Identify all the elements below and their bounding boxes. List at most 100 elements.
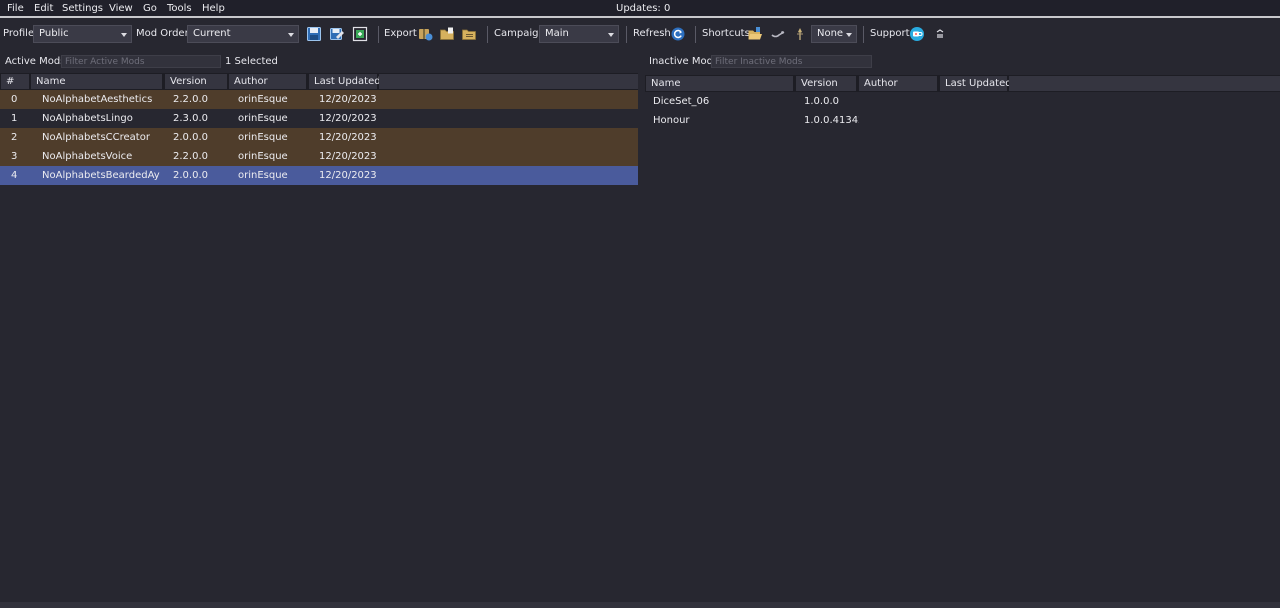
active-mods-header: # Name Version Author Last Updated [0, 73, 638, 90]
mod-author: orinEsque [238, 94, 288, 105]
chevron-down-icon [288, 33, 294, 37]
menu-settings[interactable]: Settings [62, 3, 103, 15]
profile-select-value: Public [39, 28, 69, 39]
shortcuts-label: Shortcuts [702, 28, 750, 39]
active-mods-table[interactable]: # Name Version Author Last Updated 0 NoAl… [0, 73, 638, 191]
collapse-icon[interactable] [932, 26, 948, 42]
row-index: 0 [11, 94, 18, 105]
mod-version: 2.2.0.0 [173, 94, 208, 105]
table-row[interactable]: 0 NoAlphabetAesthetics 2.2.0.0 orinEsque 12/… [0, 90, 638, 109]
table-row[interactable]: 1 NoAlphabetsLingo 2.3.0.0 orinEsque 12/20/2… [0, 109, 638, 128]
mod-order-label: Mod Order [136, 28, 189, 39]
mod-name: NoAlphabetAesthetics [42, 94, 153, 105]
column-header-filler [1009, 76, 1280, 91]
column-header-author[interactable]: Author [859, 76, 937, 91]
row-index: 4 [11, 170, 18, 181]
column-header-name[interactable]: Name [31, 74, 162, 89]
mod-name: NoAlphabetsLingo [42, 113, 133, 124]
kofi-icon[interactable] [909, 26, 925, 42]
toolbar-separator [695, 26, 696, 43]
toolbar-separator [378, 26, 379, 43]
active-mods-label: Active Mods [5, 56, 66, 67]
table-row[interactable]: 2 NoAlphabetsCCreator 2.0.0.0 orinEsque 12/2… [0, 128, 638, 147]
save-icon[interactable] [306, 26, 322, 42]
toolbar-separator [487, 26, 488, 43]
script-extender-icon[interactable] [792, 26, 808, 42]
mod-name: NoAlphabetsBeardedAylin [42, 170, 160, 181]
mod-version: 2.3.0.0 [173, 113, 208, 124]
mod-author: orinEsque [238, 113, 288, 124]
column-header-version[interactable]: Version [165, 74, 227, 89]
refresh-label: Refresh [633, 28, 671, 39]
column-header-filler [379, 74, 638, 89]
refresh-icon[interactable] [670, 26, 686, 42]
campaign-label: Campaign [494, 28, 545, 39]
table-row[interactable]: 4 NoAlphabetsBeardedAylin 2.0.0.0 orinEsque… [0, 166, 638, 185]
save-as-icon[interactable] [329, 26, 345, 42]
shortcuts-select[interactable]: None [811, 25, 857, 43]
table-row[interactable]: DiceSet_06 1.0.0.0 [645, 92, 1280, 111]
export-folder-icon[interactable] [439, 26, 455, 42]
mod-author: orinEsque [238, 151, 288, 162]
mod-order-select[interactable]: Current [187, 25, 299, 43]
mod-name: NoAlphabetsVoice [42, 151, 133, 162]
menu-help[interactable]: Help [202, 3, 225, 15]
mod-order-select-value: Current [193, 28, 231, 39]
export-zip-icon[interactable] [417, 26, 433, 42]
profile-select[interactable]: Public [33, 25, 132, 43]
column-header-author[interactable]: Author [229, 74, 306, 89]
mods-folder-icon[interactable] [770, 26, 786, 42]
column-header-name[interactable]: Name [646, 76, 793, 91]
export-label: Export [384, 28, 417, 39]
table-row[interactable]: Honour 1.0.0.4134278 [645, 111, 1280, 130]
mod-name: Honour [653, 115, 690, 126]
menu-tools[interactable]: Tools [167, 3, 192, 15]
mod-name: DiceSet_06 [653, 96, 710, 107]
mod-version: 2.0.0.0 [173, 170, 208, 181]
chevron-down-icon [121, 33, 127, 37]
mod-last-updated: 12/20/2023 [319, 94, 377, 105]
row-index: 2 [11, 132, 18, 143]
support-label: Support [870, 28, 910, 39]
inactive-mods-table[interactable]: Name Version Author Last Updated DiceSet… [645, 75, 1280, 135]
mod-version: 2.0.0.0 [173, 132, 208, 143]
chevron-down-icon [846, 33, 852, 37]
campaign-select[interactable]: Main [539, 25, 619, 43]
mod-last-updated: 12/20/2023 [319, 170, 377, 181]
chevron-down-icon [608, 33, 614, 37]
row-index: 1 [11, 113, 18, 124]
shortcuts-select-value: None [817, 28, 844, 39]
inactive-mods-filter-input[interactable] [711, 55, 872, 68]
column-header-last-updated[interactable]: Last Updated [309, 74, 381, 89]
column-header-version[interactable]: Version [796, 76, 856, 91]
export-list-icon[interactable] [461, 26, 477, 42]
menu-edit[interactable]: Edit [34, 3, 53, 15]
mod-last-updated: 12/20/2023 [319, 132, 377, 143]
campaign-select-value: Main [545, 28, 569, 39]
column-header-last-updated[interactable]: Last Updated [940, 76, 1012, 91]
table-row[interactable]: 3 NoAlphabetsVoice 2.2.0.0 orinEsque 12/20/2… [0, 147, 638, 166]
menu-go[interactable]: Go [143, 3, 157, 15]
menu-bar: File Edit Settings View Go Tools Help Up… [0, 0, 1280, 18]
active-mods-filter-input[interactable] [61, 55, 221, 68]
inactive-mods-header: Name Version Author Last Updated [645, 75, 1280, 92]
inactive-mods-label: Inactive Mods [649, 56, 719, 67]
open-folder-icon[interactable] [747, 26, 763, 42]
profile-label: Profile [3, 28, 35, 39]
menu-file[interactable]: File [7, 3, 24, 15]
updates-indicator[interactable]: Updates: 0 [616, 3, 670, 15]
import-icon[interactable] [352, 26, 368, 42]
toolbar-separator [863, 26, 864, 43]
column-header-index[interactable]: # [1, 74, 29, 89]
mod-last-updated: 12/20/2023 [319, 151, 377, 162]
row-index: 3 [11, 151, 18, 162]
mod-version: 2.2.0.0 [173, 151, 208, 162]
mod-name: NoAlphabetsCCreator [42, 132, 150, 143]
toolbar: Profile Public Mod Order Current Export [0, 23, 1280, 45]
app-window: File Edit Settings View Go Tools Help Up… [0, 0, 1280, 608]
status-bar [0, 602, 1280, 608]
mod-last-updated: 12/20/2023 [319, 113, 377, 124]
mod-author: orinEsque [238, 170, 288, 181]
menu-view[interactable]: View [109, 3, 133, 15]
toolbar-separator [626, 26, 627, 43]
